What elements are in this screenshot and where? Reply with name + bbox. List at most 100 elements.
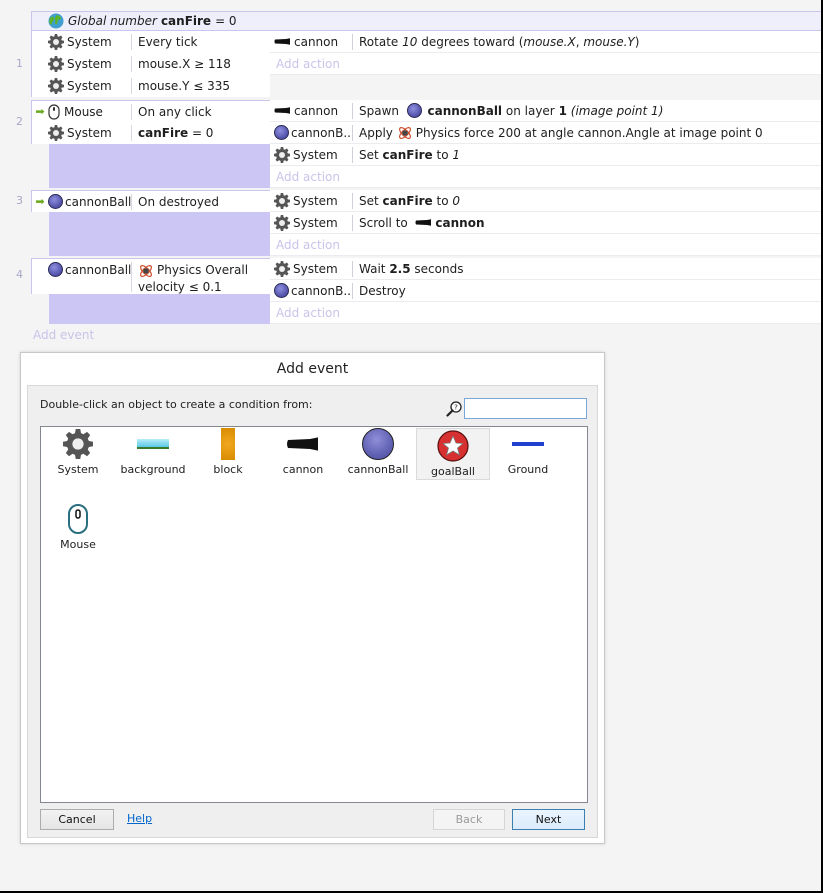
action[interactable]: System Scroll to cannon (270, 212, 821, 234)
global-variable-name: canFire (160, 14, 212, 28)
cannonball-icon (48, 262, 63, 277)
event-number: 2 (16, 115, 23, 128)
object-cannon[interactable]: cannon (266, 427, 340, 479)
object-goalball[interactable]: goalBall (416, 428, 490, 480)
conditions-block (49, 212, 270, 256)
condition-text: On destroyed (138, 194, 219, 209)
condition-text: Every tick (138, 35, 198, 49)
object-ground[interactable]: Ground (491, 427, 565, 479)
dialog-hint: Double-click an object to create a condi… (40, 398, 313, 411)
condition-text: On any click (138, 104, 212, 119)
condition[interactable]: System Every tick (31, 31, 270, 53)
cannonball-icon (274, 125, 289, 140)
condition[interactable]: ➡ cannonBall On destroyed (31, 190, 270, 212)
event-2: 2 ➡ Mouse On any click System canFire = … (0, 100, 821, 188)
action[interactable]: System Set canFire to 1 (270, 144, 821, 166)
condition-object: cannonBall (65, 194, 131, 209)
object-label: cannon (282, 463, 324, 476)
trigger-arrow-icon: ➡ (35, 105, 45, 118)
condition[interactable]: System mouse.X ≥ 118 (31, 53, 270, 75)
add-action-link[interactable]: Add action (270, 166, 821, 188)
cannon-icon (286, 437, 320, 451)
object-mouse[interactable]: Mouse (41, 502, 115, 554)
next-button[interactable]: Next (512, 809, 585, 830)
cannonball-icon (362, 428, 394, 460)
object-label: background (120, 463, 186, 476)
event-number: 3 (16, 194, 23, 207)
add-event-dialog: Add event Double-click an object to crea… (20, 352, 605, 844)
object-block[interactable]: block (191, 427, 265, 479)
object-list: System background block cannon cannonBal… (40, 426, 588, 803)
cannonball-icon (48, 194, 63, 209)
cannonball-icon (274, 283, 289, 298)
global-variable-prefix: Global number (68, 14, 157, 28)
background-icon (137, 439, 169, 449)
mouse-icon (48, 104, 60, 120)
object-label: cannonBall (347, 463, 409, 476)
gear-icon (48, 34, 64, 50)
physics-icon (397, 125, 413, 141)
conditions-block: System Every tick System mouse.X ≥ 118 S… (31, 31, 270, 97)
search-help-icon[interactable] (446, 401, 462, 417)
object-cannonball[interactable]: cannonBall (341, 427, 415, 479)
trigger-arrow-icon: ➡ (35, 195, 45, 208)
condition-text: mouse.X ≥ 118 (138, 57, 231, 71)
condition[interactable]: System mouse.Y ≤ 335 (31, 75, 270, 97)
object-search-input[interactable] (464, 398, 587, 419)
event-4: 4 cannonBall Physics Overall velocity ≤ … (0, 258, 821, 324)
global-variable-value: = 0 (215, 14, 237, 28)
add-action-link[interactable]: Add action (270, 234, 821, 256)
action-object: System (293, 193, 338, 208)
add-action-link[interactable]: Add action (270, 302, 821, 324)
action[interactable]: cannonB... Destroy (270, 280, 821, 302)
action-text: Scroll to cannon (359, 215, 485, 230)
dialog-title: Add event (276, 361, 349, 377)
cannonball-icon (406, 103, 422, 118)
action[interactable]: cannon Rotate 10 degrees toward (mouse.X… (270, 31, 821, 53)
add-event-link[interactable]: Add event (33, 328, 94, 342)
object-label: Ground (507, 463, 549, 476)
cancel-button[interactable]: Cancel (40, 809, 114, 830)
action-object: System (293, 147, 338, 162)
object-background[interactable]: background (116, 427, 190, 479)
action-text: Wait 2.5 seconds (359, 261, 464, 276)
condition[interactable]: cannonBall Physics Overall velocity ≤ 0.… (31, 258, 270, 294)
action-object: cannonB... (291, 283, 352, 298)
action[interactable]: cannon Spawn cannonBall on layer 1 (imag… (270, 100, 821, 122)
event-number: 1 (16, 57, 23, 70)
gear-icon (274, 147, 290, 163)
add-action-link[interactable]: Add action (270, 53, 821, 75)
condition-object: System (67, 126, 112, 140)
action-text: Spawn cannonBall on layer 1 (image point… (359, 103, 664, 118)
object-system[interactable]: System (41, 427, 115, 479)
gear-icon (274, 193, 290, 209)
goalball-icon (437, 430, 469, 462)
action-text: Rotate 10 degrees toward (mouse.X, mouse… (359, 34, 640, 49)
action[interactable]: System Set canFire to 0 (270, 190, 821, 212)
action-text: Destroy (359, 283, 406, 298)
event-sheet: Global number canFire = 0 1 System Every… (0, 0, 821, 350)
object-label: block (213, 463, 243, 476)
object-label: goalBall (431, 465, 475, 478)
action-text: Set canFire to 0 (359, 193, 461, 208)
dialog-body: Double-click an object to create a condi… (27, 385, 598, 838)
help-link[interactable]: Help (127, 812, 152, 825)
condition[interactable]: ➡ Mouse On any click (31, 100, 270, 122)
condition-object: cannonBall (65, 262, 131, 277)
object-label: Mouse (60, 538, 96, 551)
physics-icon (138, 263, 154, 279)
action-object: cannon (294, 34, 339, 49)
condition[interactable]: System canFire = 0 (31, 122, 270, 144)
back-button[interactable]: Back (433, 809, 505, 830)
action-object: cannon (294, 103, 339, 118)
action-text: Apply Physics force 200 at angle cannon.… (359, 125, 763, 141)
global-variable-row[interactable]: Global number canFire = 0 (31, 11, 821, 31)
action[interactable]: System Wait 2.5 seconds (270, 258, 821, 280)
gear-icon (274, 261, 290, 277)
condition-text: Physics Overall velocity ≤ 0.1 (138, 263, 249, 294)
gear-icon (274, 215, 290, 231)
action[interactable]: cannonB... Apply Physics force 200 at an… (270, 122, 821, 144)
condition-object: Mouse (64, 104, 103, 119)
gear-icon (48, 56, 64, 72)
mouse-icon (68, 504, 88, 534)
